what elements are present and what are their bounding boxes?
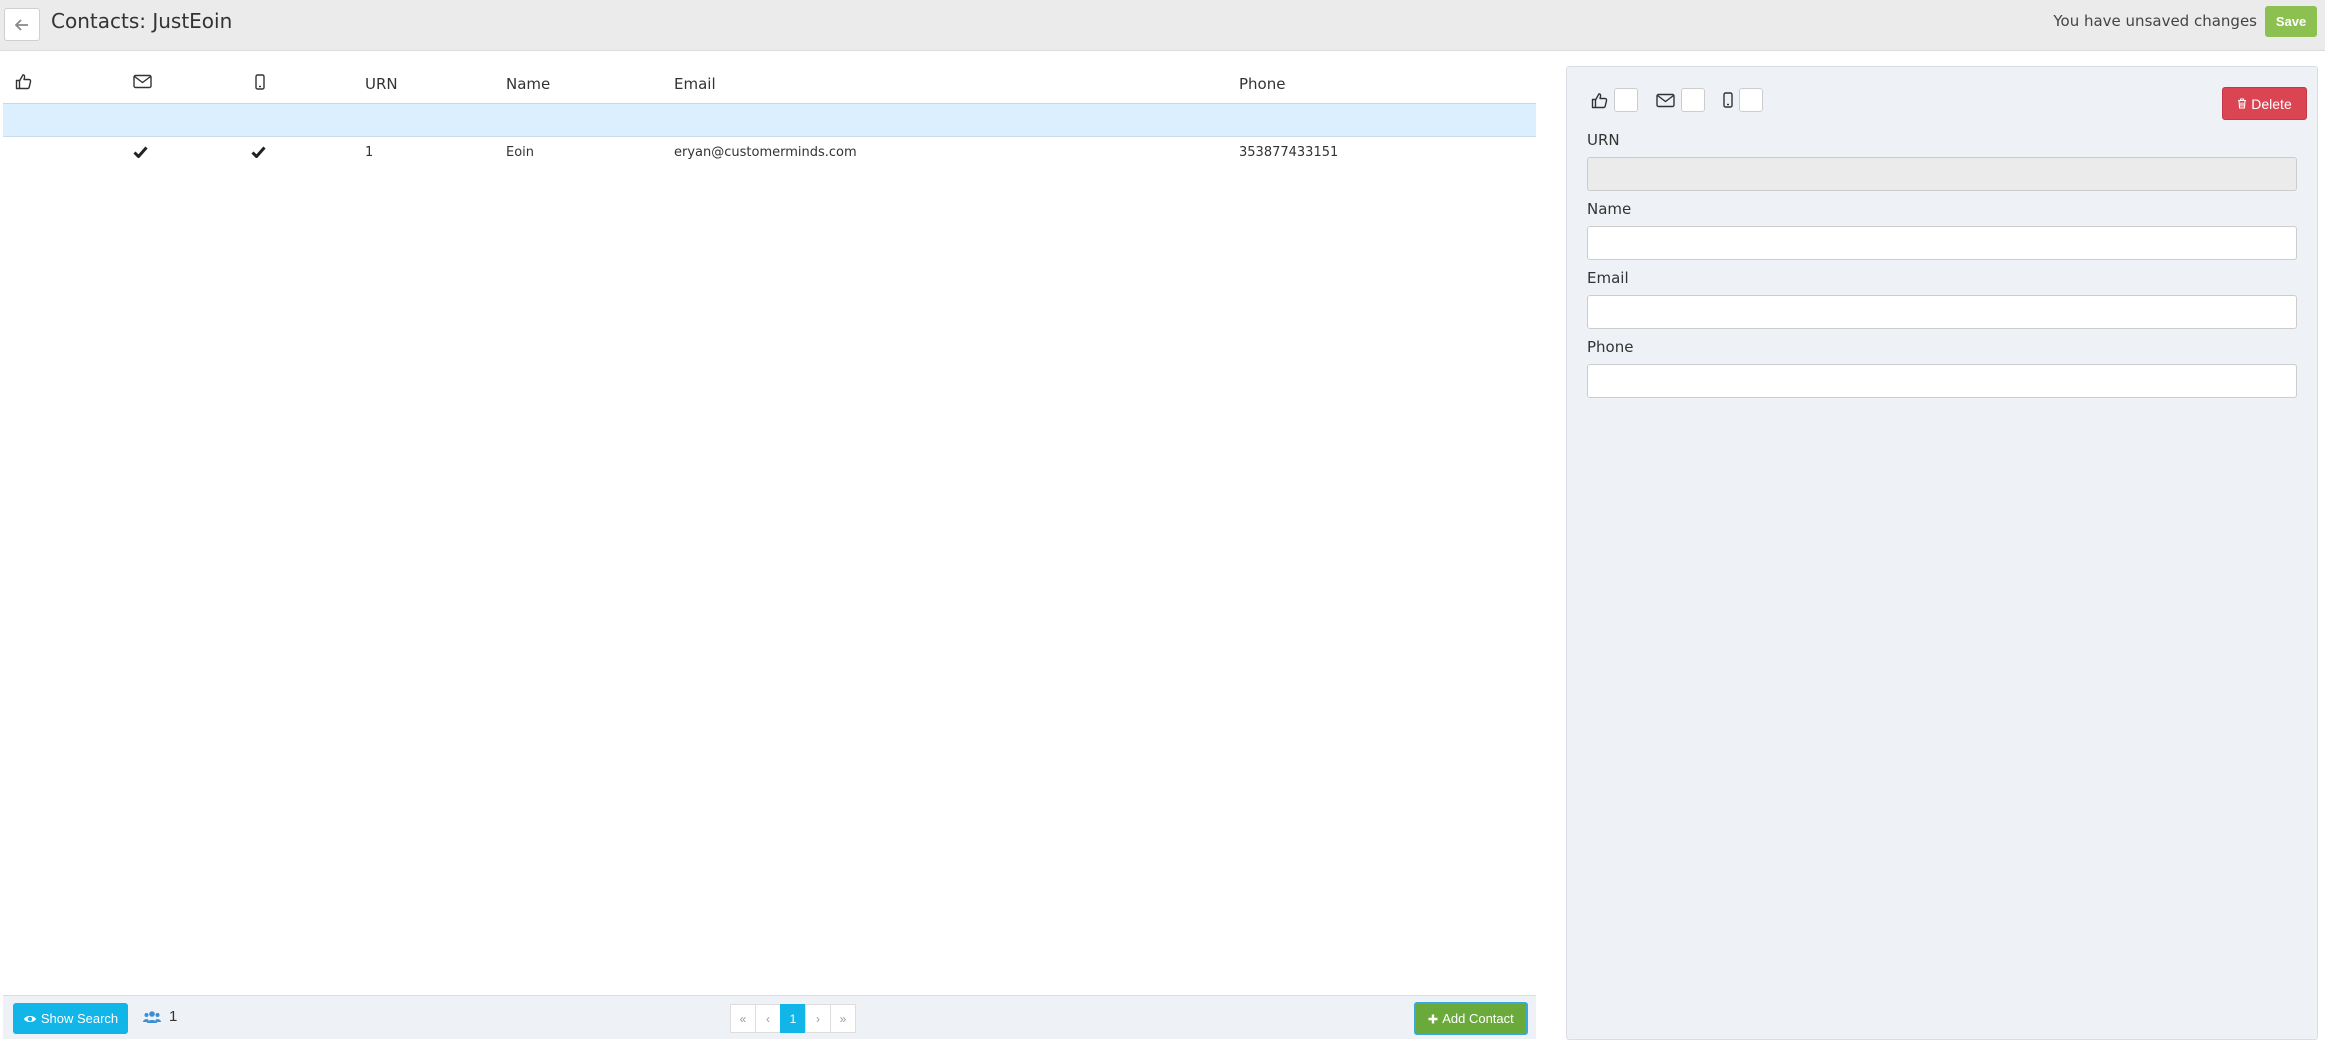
table-row[interactable]: 1 Eoin eryan@customerminds.com 353877433…: [3, 137, 1536, 170]
save-button[interactable]: Save: [2265, 6, 2317, 37]
contact-detail-panel: Delete URN Name Email Phone: [1566, 66, 2318, 1040]
delete-button[interactable]: Delete: [2222, 87, 2307, 120]
sms-checkbox[interactable]: [1739, 88, 1763, 112]
cell-email: eryan@customerminds.com: [674, 145, 857, 160]
column-header-email[interactable]: Email: [674, 75, 716, 93]
back-button[interactable]: [4, 8, 40, 41]
thumbs-up-icon: [1591, 92, 1608, 108]
pagination-last[interactable]: »: [830, 1004, 856, 1033]
top-bar: Contacts: JustEoin You have unsaved chan…: [0, 0, 2325, 51]
contact-count: 1: [143, 1008, 177, 1025]
email-checkbox[interactable]: [1681, 88, 1705, 112]
envelope-icon[interactable]: [133, 74, 152, 93]
table-header: URN Name Email Phone: [3, 67, 1536, 104]
column-header-name[interactable]: Name: [506, 75, 550, 93]
pagination-next[interactable]: ›: [805, 1004, 831, 1033]
arrow-left-icon: [15, 18, 28, 31]
table-footer: Show Search 1 « ‹ 1 › » Add Contact: [3, 995, 1536, 1039]
check-icon: [251, 146, 266, 162]
pagination: « ‹ 1 › »: [730, 1004, 856, 1033]
cell-phone: 353877433151: [1239, 145, 1339, 160]
delete-label: Delete: [2251, 95, 2292, 112]
contacts-table: URN Name Email Phone 1 Eoin eryan@custom…: [3, 67, 1536, 170]
urn-field[interactable]: [1587, 157, 2297, 191]
thumbs-up-icon[interactable]: [15, 73, 32, 94]
pagination-first[interactable]: «: [730, 1004, 756, 1033]
add-contact-label: Add Contact: [1442, 1011, 1514, 1026]
mobile-icon: [1723, 92, 1733, 108]
envelope-icon: [1656, 93, 1675, 107]
cell-urn: 1: [365, 145, 374, 160]
name-label: Name: [1587, 200, 1632, 218]
cell-name: Eoin: [506, 145, 535, 160]
consent-checkbox[interactable]: [1614, 88, 1638, 112]
email-field[interactable]: [1587, 295, 2297, 329]
contact-count-value: 1: [169, 1008, 178, 1025]
plus-icon: [1428, 1014, 1438, 1023]
unsaved-changes-text: You have unsaved changes: [2053, 12, 2257, 30]
sms-flag: [1723, 88, 1763, 112]
pagination-prev[interactable]: ‹: [755, 1004, 781, 1033]
email-flag: [1656, 88, 1705, 112]
consent-flags: [1591, 88, 1781, 112]
phone-label: Phone: [1587, 338, 1634, 356]
page-title: Contacts: JustEoin: [51, 9, 233, 33]
email-label: Email: [1587, 269, 1629, 287]
phone-field[interactable]: [1587, 364, 2297, 398]
check-icon: [133, 146, 148, 162]
show-search-label: Show Search: [40, 1011, 119, 1026]
users-icon: [143, 1010, 161, 1023]
eye-icon: [23, 1015, 36, 1022]
pagination-page-1[interactable]: 1: [780, 1004, 806, 1033]
column-header-urn[interactable]: URN: [365, 75, 398, 93]
add-contact-button[interactable]: Add Contact: [1414, 1002, 1528, 1035]
name-field[interactable]: [1587, 226, 2297, 260]
consent-flag: [1591, 88, 1638, 112]
trash-icon: [2238, 98, 2247, 109]
column-header-phone[interactable]: Phone: [1239, 75, 1285, 93]
new-contact-row[interactable]: [3, 104, 1536, 137]
mobile-icon[interactable]: [255, 74, 265, 94]
urn-label: URN: [1587, 131, 1620, 149]
show-search-button[interactable]: Show Search: [13, 1003, 128, 1034]
